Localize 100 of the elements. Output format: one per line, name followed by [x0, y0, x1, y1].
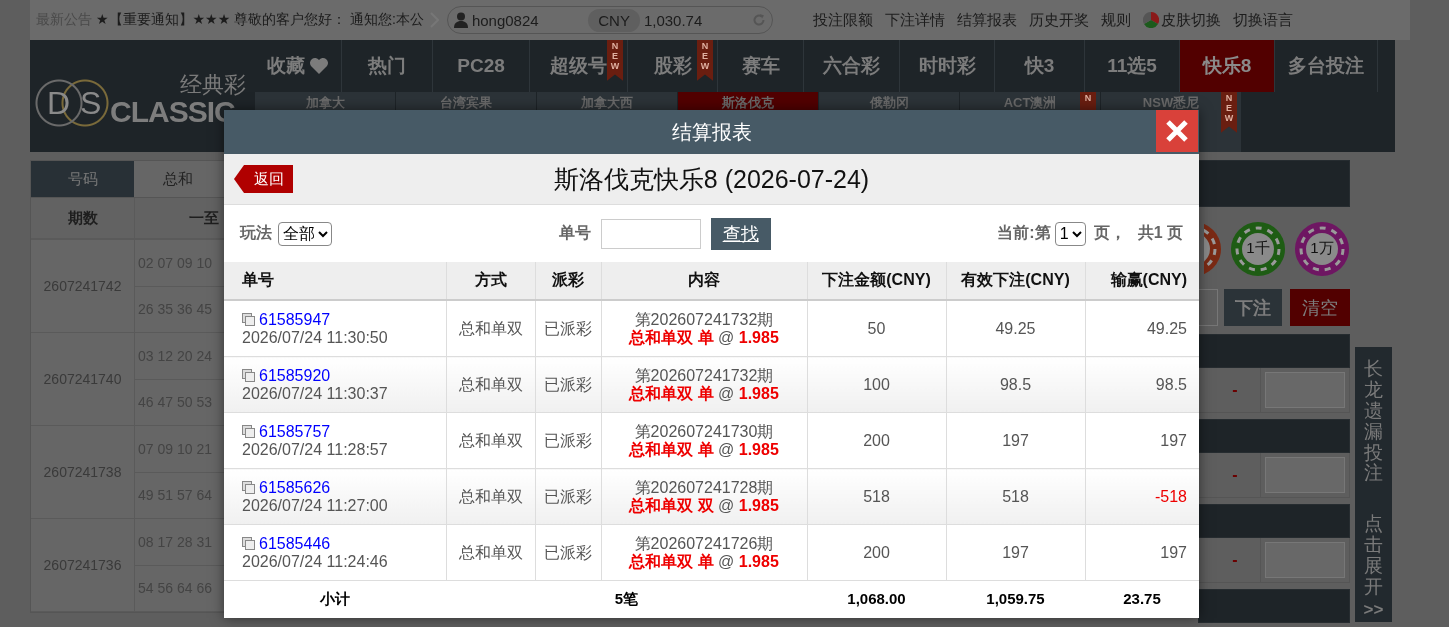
sub-nav-label: ACT澳洲: [1003, 95, 1057, 110]
order-search-field[interactable]: [600, 218, 701, 249]
side-panel-title: 长龙遗漏投注: [1364, 359, 1383, 485]
header-link[interactable]: 下注详情: [884, 10, 945, 30]
amount-cell: 100: [807, 356, 946, 413]
new-ribbon: N: [1080, 92, 1096, 113]
order-number-link[interactable]: 61585446: [259, 534, 331, 553]
chip[interactable]: [1294, 221, 1350, 277]
chip[interactable]: [1230, 221, 1286, 277]
period-text: 第202607241732期: [633, 366, 775, 385]
method-cell: 总和单双: [446, 524, 535, 581]
period-text: 第202607241728期: [633, 478, 775, 497]
bet-content: 总和单双 单 @ 1.985: [627, 328, 780, 347]
order-number-link[interactable]: 61585920: [259, 366, 331, 385]
order-time: 2026/07/24 11:24:46: [242, 552, 389, 571]
pager-label: 页，: [1093, 223, 1126, 243]
sub-nav-label: 加拿大: [305, 95, 345, 110]
total-amount-cell: 1,068.00: [807, 580, 946, 618]
odds-cell: -: [1210, 538, 1261, 582]
expand-arrows: >>: [1363, 599, 1384, 620]
win-loss-cell: 197: [1085, 412, 1199, 469]
period-text: 第202607241726期: [633, 534, 775, 553]
order-number-link[interactable]: 61585626: [259, 478, 331, 497]
order-time: 2026/07/24 11:30:50: [242, 328, 389, 347]
notice-text: ★【重要通知】★★★ 尊敬的客户您好： 通知您:本公: [96, 11, 424, 29]
total-win-cell: 23.75: [1085, 580, 1199, 618]
amount-field[interactable]: [1265, 542, 1345, 578]
close-icon: [1165, 119, 1189, 143]
bet-button[interactable]: 下注: [1223, 289, 1283, 326]
header-link[interactable]: 切换语言: [1232, 10, 1293, 30]
column-header: 方式: [446, 262, 535, 300]
payout-status-cell: 已派彩: [535, 524, 601, 581]
side-panel-action: 点击展开: [1364, 514, 1383, 598]
search-label: 单号: [558, 223, 591, 243]
back-button[interactable]: 返回: [234, 165, 293, 193]
order-number-link[interactable]: 61585947: [259, 310, 331, 329]
amount-cell: 518: [807, 468, 946, 525]
skin-switch-link[interactable]: 皮肤切换: [1142, 10, 1221, 30]
column-header: 输赢(CNY): [1085, 262, 1199, 300]
balance: 1,030.74: [643, 11, 703, 29]
history-tab[interactable]: 号码: [31, 161, 134, 197]
amount-field[interactable]: [1265, 372, 1345, 408]
heart-icon: [309, 57, 329, 75]
history-tab[interactable]: 总和: [134, 161, 222, 197]
page-total: 共1 页: [1137, 223, 1183, 243]
order-number-link[interactable]: 61585757: [259, 422, 331, 441]
search-button[interactable]: 查找: [710, 217, 771, 250]
chip-label: 1万: [1309, 239, 1335, 258]
pager-label: 当前:第: [997, 223, 1051, 243]
copy-icon[interactable]: [242, 425, 255, 439]
odds-cell: -: [1210, 453, 1261, 497]
count-cell: 5笔: [446, 580, 807, 618]
win-loss-cell: 197: [1085, 524, 1199, 581]
column-header: 单号: [224, 262, 446, 300]
column-header: 一至: [189, 207, 219, 228]
order-time: 2026/07/24 11:28:57: [242, 440, 389, 459]
bet-content: 总和单双 单 @ 1.985: [627, 552, 780, 571]
column-header: 期数: [31, 198, 135, 238]
clear-button[interactable]: 清空: [1290, 289, 1350, 326]
header-link[interactable]: 规则: [1100, 10, 1131, 30]
bet-content: 总和单双 单 @ 1.985: [627, 440, 780, 459]
copy-icon[interactable]: [242, 369, 255, 383]
win-loss-cell: 49.25: [1085, 300, 1199, 357]
copy-icon[interactable]: [242, 481, 255, 495]
sub-nav-label: 俄勒冈: [869, 95, 909, 110]
method-cell: 总和单双: [446, 468, 535, 525]
bet-content: 总和单双 单 @ 1.985: [627, 384, 780, 403]
bet-content: 总和单双 双 @ 1.985: [627, 496, 780, 515]
order-time: 2026/07/24 11:27:00: [242, 496, 389, 515]
page-select[interactable]: 1: [1054, 221, 1086, 246]
play-select[interactable]: 全部: [278, 221, 332, 246]
header-link[interactable]: 投注限额: [812, 10, 873, 30]
sub-nav-label: 台湾宾果: [440, 95, 492, 110]
amount-cell: 50: [807, 300, 946, 357]
side-panel[interactable]: 长龙遗漏投注 点击展开 >>: [1355, 347, 1392, 622]
header-link[interactable]: 结算报表: [956, 10, 1017, 30]
column-header: 有效下注(CNY): [946, 262, 1085, 300]
valid-bet-cell: 197: [946, 412, 1085, 469]
column-header: 派彩: [535, 262, 601, 300]
sub-nav-label: 加拿大西: [581, 95, 633, 110]
chip-label: 1千: [1245, 239, 1271, 258]
payout-status-cell: 已派彩: [535, 300, 601, 357]
nav-tab[interactable]: 多台投注: [1275, 40, 1378, 92]
header-link[interactable]: 历史开奖: [1028, 10, 1089, 30]
copy-icon[interactable]: [242, 313, 255, 327]
currency-label: CNY: [588, 8, 640, 32]
color-wheel-icon: [1142, 12, 1159, 28]
nav-tab[interactable]: 快乐8: [1180, 40, 1275, 92]
filter-label: 玩法: [240, 223, 272, 243]
payout-status-cell: 已派彩: [535, 412, 601, 469]
payout-status-cell: 已派彩: [535, 356, 601, 413]
modal-title: 结算报表: [671, 119, 752, 145]
copy-icon[interactable]: [242, 537, 255, 551]
amount-field[interactable]: [1265, 457, 1345, 493]
close-button[interactable]: [1156, 110, 1198, 152]
valid-bet-cell: 197: [946, 524, 1085, 581]
column-header: 内容: [601, 262, 807, 300]
report-heading: 斯洛伐克快乐8 (2026-07-24): [553, 163, 870, 195]
amount-cell: 200: [807, 524, 946, 581]
method-cell: 总和单双: [446, 300, 535, 357]
